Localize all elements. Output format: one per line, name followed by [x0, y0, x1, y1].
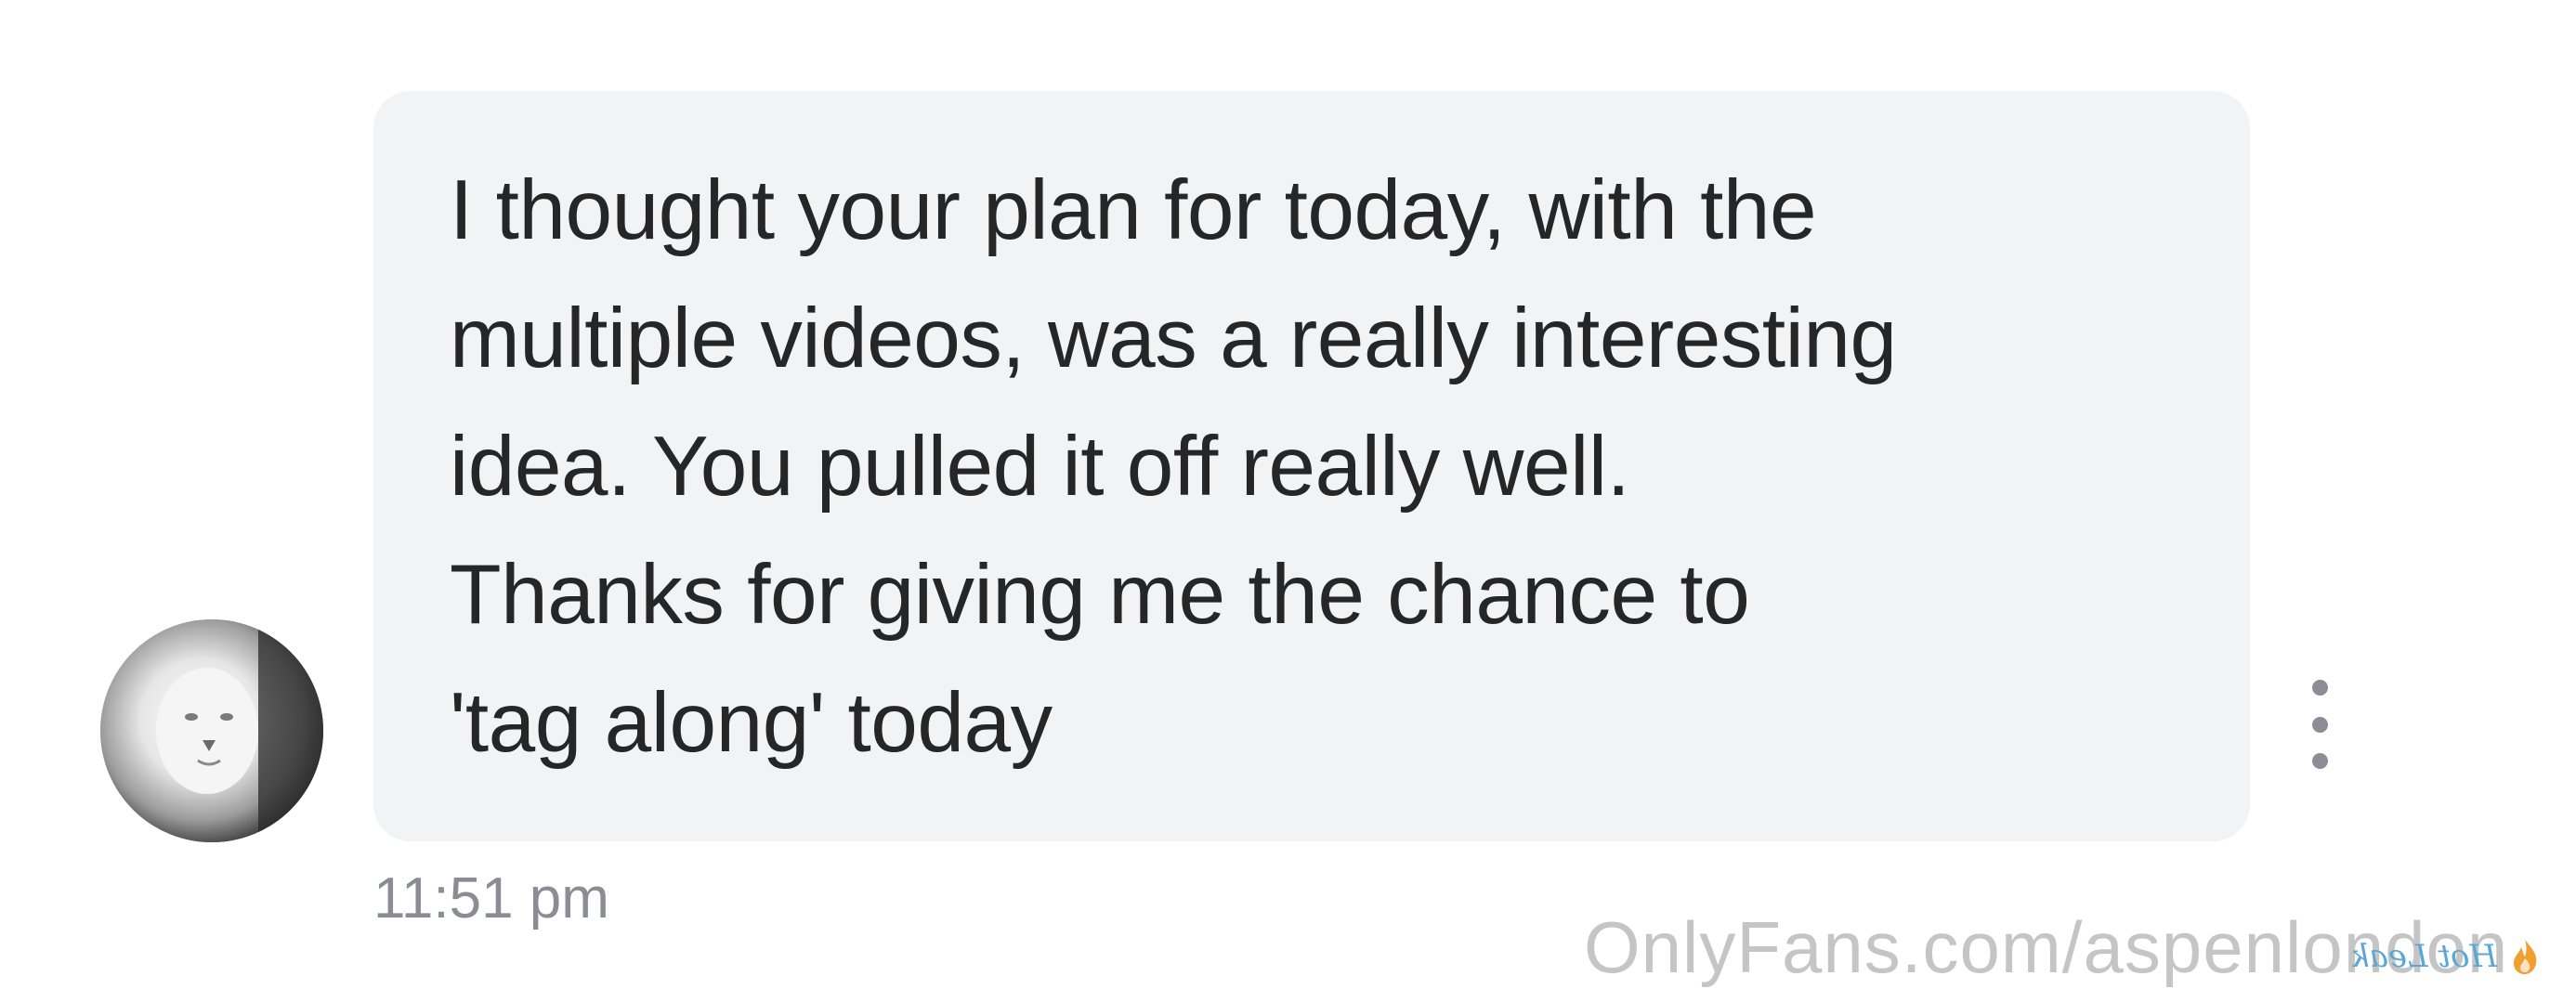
chat-screenshot: I thought your plan for today, with the … [0, 0, 2576, 1002]
watermark-logo: Hot Leak [2350, 929, 2564, 984]
more-vertical-icon-dot [2311, 753, 2328, 769]
flame-icon [2514, 940, 2537, 974]
more-vertical-icon-dot [2311, 716, 2328, 733]
more-vertical-icon [2311, 680, 2328, 696]
more-options-button[interactable] [2295, 680, 2345, 769]
sender-avatar[interactable] [100, 619, 323, 842]
message-text: I thought your plan for today, with the … [450, 163, 1897, 770]
message-timestamp: 11:51 pm [373, 866, 609, 930]
message-bubble[interactable]: I thought your plan for today, with the … [373, 91, 2250, 841]
watermark-logo-text: Hot Leak [2350, 938, 2498, 975]
lion-avatar-icon [100, 619, 323, 842]
